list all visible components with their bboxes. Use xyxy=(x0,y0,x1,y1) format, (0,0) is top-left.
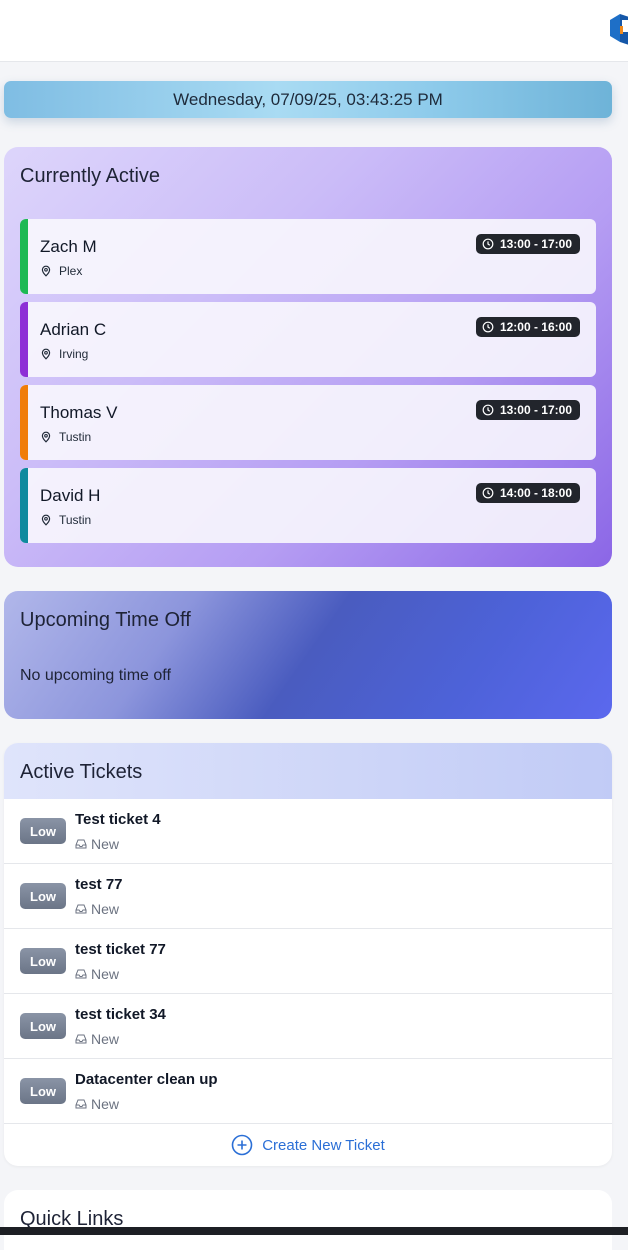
priority-badge: Low xyxy=(20,1078,66,1104)
shift-time: 13:00 - 17:00 xyxy=(499,237,572,251)
ticket-status-label: New xyxy=(91,966,120,982)
ticket-row[interactable]: Low test ticket 34 New xyxy=(4,994,612,1059)
priority-badge: Low xyxy=(20,948,66,974)
location-pin-icon xyxy=(41,431,51,443)
location-pin-icon xyxy=(41,265,51,277)
ticket-status: New xyxy=(75,966,119,982)
create-new-ticket-label: Create New Ticket xyxy=(262,1136,385,1154)
shift-time-badge: 13:00 - 17:00 xyxy=(475,400,580,420)
shift-location-label: Tustin xyxy=(59,430,92,444)
shift-time: 14:00 - 18:00 xyxy=(499,486,572,500)
ticket-status-label: New xyxy=(91,1031,120,1047)
shift-location: Tustin xyxy=(40,513,91,527)
shift-location: Plex xyxy=(40,264,82,278)
clock-icon xyxy=(482,321,494,333)
ticket-title[interactable]: Datacenter clean up xyxy=(75,1071,218,1088)
shift-card[interactable]: Adrian C Irving 12:00 - 16:00 xyxy=(20,302,596,377)
clock-icon xyxy=(482,238,494,250)
ticket-title[interactable]: test ticket 77 xyxy=(75,941,166,958)
shift-time-badge: 14:00 - 18:00 xyxy=(475,483,580,503)
clock-icon xyxy=(482,487,494,499)
ticket-status: New xyxy=(75,901,119,917)
shift-location-label: Tustin xyxy=(59,513,92,527)
upcoming-time-off-title: Upcoming Time Off xyxy=(20,609,191,631)
shift-person-name: Zach M xyxy=(40,237,97,256)
current-datetime-banner: Wednesday, 07/09/25, 03:43:25 PM xyxy=(4,81,612,118)
currently-active-card: Currently Active Zach M Plex 13:00 - 17:… xyxy=(4,147,612,567)
shift-time-badge: 13:00 - 17:00 xyxy=(475,234,580,254)
shift-location-label: Irving xyxy=(59,347,89,361)
ticket-row[interactable]: Low Test ticket 4 New xyxy=(4,799,612,864)
shift-color-bar xyxy=(20,302,28,377)
shift-person-name: David H xyxy=(40,486,101,505)
ticket-status: New xyxy=(75,1096,119,1112)
clock-icon xyxy=(482,404,494,416)
shift-time: 13:00 - 17:00 xyxy=(499,403,572,417)
active-tickets-title: Active Tickets xyxy=(20,761,143,783)
location-pin-icon xyxy=(41,348,51,360)
inbox-icon xyxy=(75,969,87,979)
shift-time-badge: 12:00 - 16:00 xyxy=(475,317,580,337)
shift-location: Tustin xyxy=(40,430,91,444)
bottom-edge-bar xyxy=(0,1227,628,1235)
time-off-empty-message: No upcoming time off xyxy=(20,667,171,684)
active-tickets-header: Active Tickets xyxy=(4,743,612,799)
ticket-status: New xyxy=(75,1031,119,1047)
priority-badge: Low xyxy=(20,1013,66,1039)
ticket-row[interactable]: Low test 77 New xyxy=(4,864,612,929)
shift-time: 12:00 - 16:00 xyxy=(499,320,572,334)
location-pin-icon xyxy=(41,514,51,526)
inbox-icon xyxy=(75,1099,87,1109)
inbox-icon xyxy=(75,839,87,849)
active-tickets-card: Active Tickets Low Test ticket 4 New Low… xyxy=(4,743,612,1166)
ticket-title[interactable]: Test ticket 4 xyxy=(75,811,161,828)
shift-person-name: Thomas V xyxy=(40,403,118,422)
current-datetime: Wednesday, 07/09/25, 03:43:25 PM xyxy=(173,89,443,109)
top-bar xyxy=(0,0,628,62)
app-logo[interactable] xyxy=(610,12,628,48)
ticket-title[interactable]: test ticket 34 xyxy=(75,1006,166,1023)
shift-person-name: Adrian C xyxy=(40,320,107,339)
quick-links-card: Quick Links xyxy=(4,1190,612,1250)
shift-color-bar xyxy=(20,219,28,294)
create-new-ticket-button[interactable]: Create New Ticket xyxy=(4,1124,612,1166)
shift-location-label: Plex xyxy=(59,264,83,278)
ticket-status-label: New xyxy=(91,901,120,917)
shift-card[interactable]: David H Tustin 14:00 - 18:00 xyxy=(20,468,596,543)
shift-card[interactable]: Zach M Plex 13:00 - 17:00 xyxy=(20,219,596,294)
ticket-status-label: New xyxy=(91,836,120,852)
ticket-status: New xyxy=(75,836,119,852)
shift-location: Irving xyxy=(40,347,88,361)
ticket-status-label: New xyxy=(91,1096,120,1112)
shift-color-bar xyxy=(20,468,28,543)
ticket-row[interactable]: Low test ticket 77 New xyxy=(4,929,612,994)
priority-badge: Low xyxy=(20,818,66,844)
shift-card[interactable]: Thomas V Tustin 13:00 - 17:00 xyxy=(20,385,596,460)
priority-badge: Low xyxy=(20,883,66,909)
inbox-icon xyxy=(75,904,87,914)
ticket-row[interactable]: Low Datacenter clean up New xyxy=(4,1059,612,1124)
currently-active-title: Currently Active xyxy=(20,165,161,187)
shift-color-bar xyxy=(20,385,28,460)
plus-circle-icon xyxy=(231,1134,253,1156)
ticket-title[interactable]: test 77 xyxy=(75,876,123,893)
inbox-icon xyxy=(75,1034,87,1044)
upcoming-time-off-card: Upcoming Time Off No upcoming time off xyxy=(4,591,612,719)
